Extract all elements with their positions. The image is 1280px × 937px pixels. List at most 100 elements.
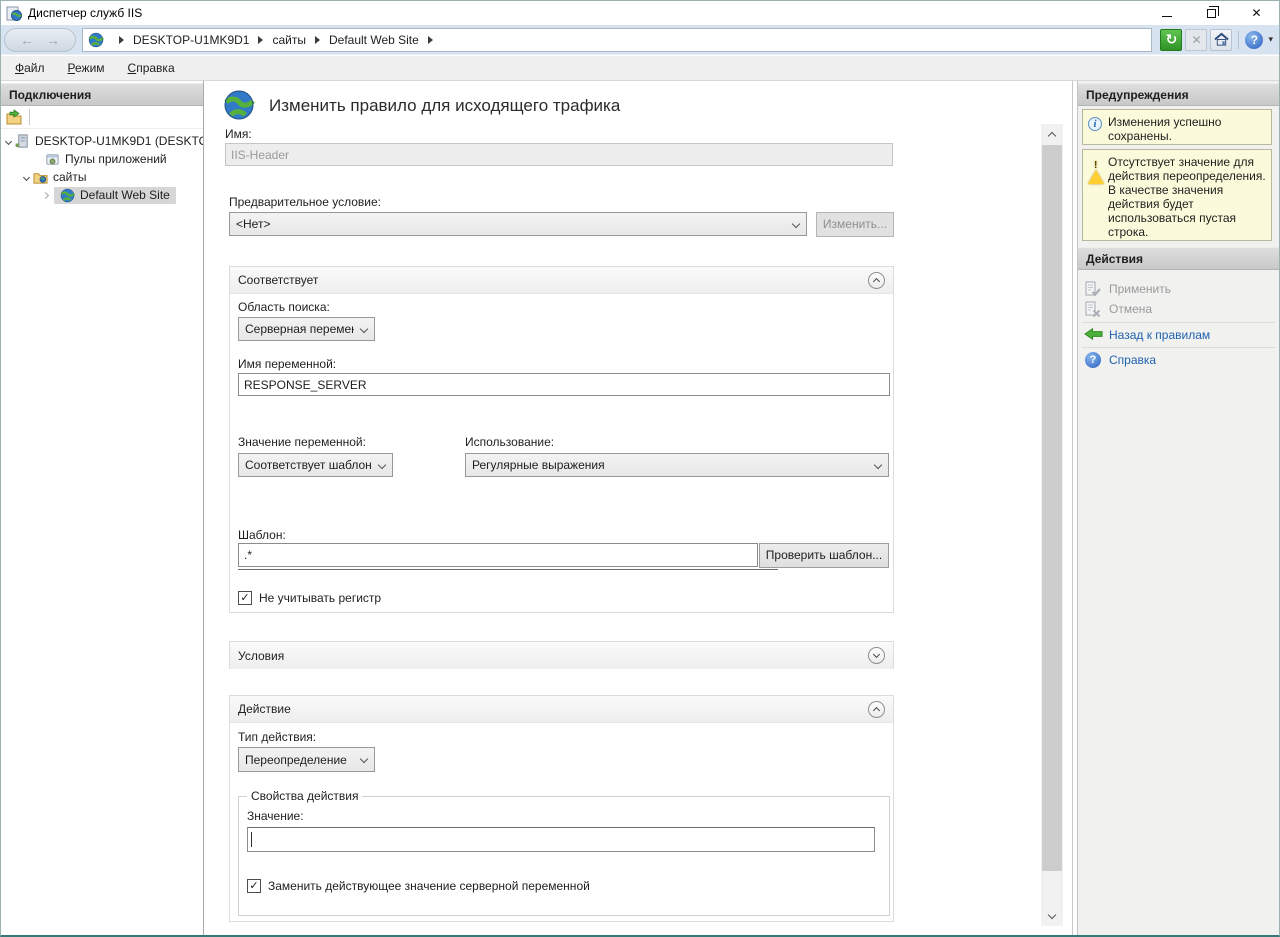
action-type-select[interactable]: Переопределение [238,747,375,772]
menu-help[interactable]: Справка [119,58,184,78]
edit-precondition-button[interactable]: Изменить... [816,212,894,237]
conditions-section-header[interactable]: Условия [230,642,893,669]
scope-value: Серверная переменн [245,322,354,336]
cancel-button[interactable]: Отмена [1084,299,1275,319]
minimize-button[interactable] [1144,1,1189,25]
app-icon [6,5,22,21]
page-title: Изменить правило для исходящего трафика [269,96,620,116]
minimize-icon [1162,16,1172,17]
breadcrumb-item-server[interactable]: DESKTOP-U1MK9D1 [133,33,249,47]
test-pattern-button[interactable]: Проверить шаблон... [759,543,889,568]
server-icon [15,134,31,149]
precondition-value: <Нет> [236,217,270,231]
tree-item-server[interactable]: DESKTOP-U1MK9D1 (DESKTOP [1,132,203,150]
connections-tree: DESKTOP-U1MK9D1 (DESKTOP Пулы приложений… [1,129,203,204]
action-value-input[interactable] [247,827,875,852]
home-button[interactable] [1210,29,1232,51]
nav-buttons: ← → [4,28,76,52]
close-icon: ✕ [1251,6,1261,20]
scrollbar-thumb[interactable] [1042,145,1062,871]
match-section-title: Соответствует [238,273,318,287]
actions-panel: Предупреждения i Изменения успешно сохра… [1077,81,1279,935]
usage-value: Регулярные выражения [472,458,605,472]
warning-icon: ! [1088,155,1108,236]
chevron-down-icon [1048,910,1056,918]
variable-value-select[interactable]: Соответствует шаблону [238,453,393,477]
pattern-label: Шаблон: [238,528,286,542]
tree-item-label: Пулы приложений [65,152,167,166]
help-circle-icon: ? [1084,352,1102,368]
connections-toolbar [1,106,203,129]
info-alert: i Изменения успешно сохранены. [1082,109,1272,145]
collapse-section-button[interactable] [868,701,885,718]
breadcrumb-arrow-icon[interactable] [428,36,433,44]
back-icon[interactable]: ← [20,33,34,47]
name-label: Имя: [225,127,252,141]
focus-underline [238,569,778,570]
forward-icon[interactable]: → [46,33,60,47]
close-button[interactable]: ✕ [1234,1,1279,25]
vertical-scrollbar[interactable] [1041,124,1063,926]
ignore-case-checkbox[interactable]: ✓ Не учитывать регистр [238,591,381,605]
ignore-case-label: Не учитывать регистр [259,591,381,605]
info-alert-text: Изменения успешно сохранены. [1108,115,1267,140]
checkbox-checked-icon: ✓ [247,879,261,893]
info-glyph: i [1088,117,1102,131]
tree-item-label: DESKTOP-U1MK9D1 (DESKTOP [35,134,203,148]
breadcrumb-item-sites[interactable]: сайты [272,33,306,47]
collapse-section-button[interactable] [868,272,885,289]
name-input[interactable] [225,143,893,166]
tree-item-label: сайты [53,170,87,184]
toolbar-divider [1238,31,1239,49]
action-type-label: Тип действия: [238,730,316,744]
help-glyph: ? [1085,352,1101,368]
variable-name-input[interactable] [238,373,890,396]
menu-view[interactable]: Режим [59,58,114,78]
actions-header: Действия [1078,247,1279,270]
chevron-down-icon [873,651,880,658]
check-icon: ✓ [249,881,258,892]
pattern-input[interactable] [238,543,758,567]
breadcrumb-item-default-web-site[interactable]: Default Web Site [329,33,419,47]
apply-button[interactable]: Применить [1084,279,1275,299]
usage-label: Использование: [465,435,554,449]
restore-button[interactable] [1189,1,1234,25]
chevron-collapsed-icon[interactable] [42,191,49,198]
breadcrumb-arrow-icon[interactable] [315,36,320,44]
action-section-header[interactable]: Действие [230,696,893,723]
stop-button[interactable]: ✕ [1185,29,1207,51]
home-icon [1214,32,1229,47]
create-connection-icon[interactable] [6,109,23,125]
back-to-rules-label: Назад к правилам [1109,328,1210,342]
refresh-icon: ↻ [1166,31,1178,48]
replace-value-checkbox[interactable]: ✓ Заменить действующее значение серверно… [247,879,590,893]
scope-select[interactable]: Серверная переменн [238,317,375,341]
precondition-select[interactable]: <Нет> [229,212,807,236]
scroll-down-button[interactable] [1041,906,1063,926]
tree-item-default-web-site[interactable]: Default Web Site [1,186,203,204]
chevron-expanded-icon[interactable] [5,137,12,144]
scroll-up-button[interactable] [1041,124,1063,144]
help-link[interactable]: ? Справка [1084,350,1275,370]
back-to-rules-link[interactable]: Назад к правилам [1084,325,1275,345]
address-toolbar: ↻ ✕ ? ▾ [1160,28,1273,52]
apply-icon [1084,281,1102,297]
expand-section-button[interactable] [868,647,885,664]
selected-tree-item[interactable]: Default Web Site [54,187,176,204]
tree-item-app-pools[interactable]: Пулы приложений [1,150,203,168]
breadcrumb-arrow-icon[interactable] [119,36,124,44]
globe-icon [60,188,76,203]
refresh-button[interactable]: ↻ [1160,29,1182,51]
action-properties-title: Свойства действия [247,789,362,803]
match-section-header[interactable]: Соответствует [230,267,893,294]
chevron-down-icon[interactable]: ▾ [1268,34,1273,45]
menu-bar: Файл Режим Справка [1,56,1279,81]
help-button[interactable]: ? [1245,31,1263,49]
usage-select[interactable]: Регулярные выражения [465,453,889,477]
chevron-down-icon [378,461,386,469]
breadcrumb-arrow-icon[interactable] [258,36,263,44]
tree-item-sites[interactable]: сайты [1,168,203,186]
chevron-expanded-icon[interactable] [23,173,30,180]
menu-file[interactable]: Файл [6,58,54,78]
action-type-value: Переопределение [245,753,347,767]
